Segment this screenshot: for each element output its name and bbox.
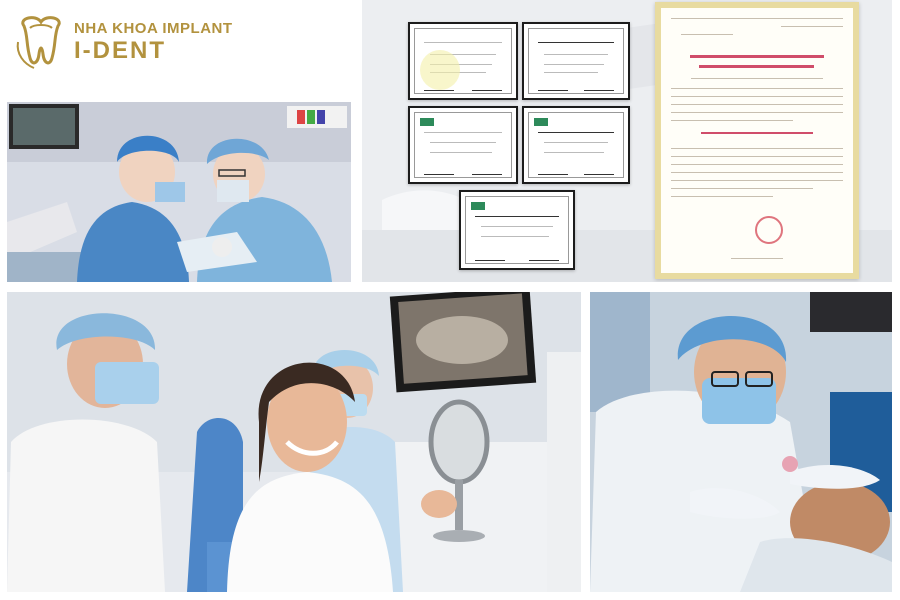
treatment-photo bbox=[590, 292, 892, 592]
certificate-4 bbox=[522, 106, 630, 184]
certificate-1 bbox=[408, 22, 518, 100]
tooth-logo-icon bbox=[16, 16, 61, 69]
official-stamp bbox=[755, 216, 783, 244]
certificates-photo bbox=[362, 0, 892, 282]
brand-name-line1: NHA KHOA IMPLANT bbox=[74, 20, 233, 37]
certificate-5 bbox=[459, 190, 575, 270]
surgery-photo bbox=[7, 102, 351, 282]
consultation-photo bbox=[7, 292, 581, 592]
brand-logo-panel: NHA KHOA IMPLANT I-DENT bbox=[0, 0, 357, 96]
certificate-3 bbox=[408, 106, 518, 184]
photo-collage: NHA KHOA IMPLANT I-DENT bbox=[0, 0, 900, 600]
operating-license-document bbox=[655, 2, 859, 279]
brand-name-line2: I-DENT bbox=[74, 37, 166, 64]
certificate-2 bbox=[522, 22, 630, 100]
